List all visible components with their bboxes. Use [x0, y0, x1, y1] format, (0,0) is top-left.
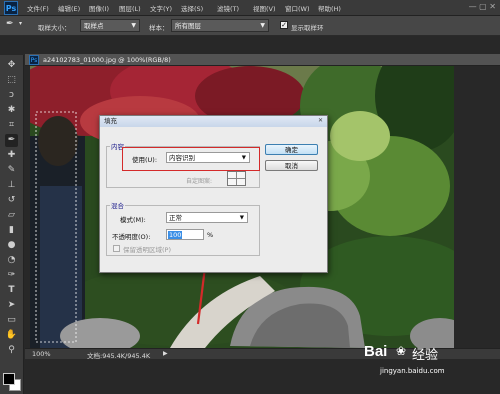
chevron-down-icon: ▼	[260, 22, 265, 29]
healing-brush-tool-icon[interactable]: ✚	[5, 149, 18, 162]
document-tab[interactable]: Ps a24102783_01000.jpg @ 100%(RGB/8)	[25, 54, 500, 66]
blur-tool-icon[interactable]: ●	[5, 239, 18, 252]
sample-value: 所有图层	[175, 22, 201, 30]
preserve-transparency-checkbox[interactable]	[113, 245, 120, 252]
tools-panel: ✥ ⬚ ↄ ✱ ⌗ ✒ ✚ ✎ ⊥ ↺ ▱ ▮ ● ◔ ✑ T ➤ ▭ ✋ ⚲	[0, 55, 24, 394]
baidu-watermark: Bai ❀ 经验 jingyan.baidu.com	[360, 343, 496, 389]
options-bar: ✒ ▾ 取样大小： 取样点 ▼ 样本： 所有图层 ▼ ✓ 显示取样环	[0, 16, 500, 36]
menu-file[interactable]: 文件(F)	[27, 3, 49, 13]
menu-help[interactable]: 帮助(H)	[318, 3, 341, 13]
type-tool-icon[interactable]: T	[5, 284, 18, 297]
sample-select[interactable]: 所有图层 ▼	[171, 19, 269, 32]
show-ring-checkbox[interactable]: ✓	[280, 21, 288, 29]
menu-window[interactable]: 窗口(W)	[285, 3, 310, 13]
menu-type[interactable]: 文字(Y)	[150, 3, 172, 13]
dodge-tool-icon[interactable]: ◔	[5, 254, 18, 267]
eraser-tool-icon[interactable]: ▱	[5, 209, 18, 222]
paw-icon: ❀	[395, 344, 407, 358]
clone-stamp-tool-icon[interactable]: ⊥	[5, 179, 18, 192]
opacity-unit: %	[207, 231, 214, 239]
eyedropper-tool-icon[interactable]: ✒	[5, 134, 18, 147]
mode-label: 模式(M):	[120, 216, 146, 224]
pen-tool-icon[interactable]: ✑	[5, 269, 18, 282]
ok-button[interactable]: 确定	[265, 144, 318, 155]
move-tool-icon[interactable]: ✥	[5, 59, 18, 72]
crop-tool-icon[interactable]: ⌗	[5, 119, 18, 132]
menu-select[interactable]: 选择(S)	[181, 3, 203, 13]
menu-filter[interactable]: 滤镜(T)	[217, 3, 239, 13]
foreground-color-swatch[interactable]	[3, 373, 15, 385]
document-ps-icon: Ps	[29, 55, 39, 65]
watermark-brand-cn: 经验	[412, 348, 439, 363]
close-icon[interactable]: ✕	[316, 117, 325, 125]
fill-dialog: 填充 ✕ 内容 使用(U): 内容识别 ▼ 自定图案: 混合 模式(M): 正常…	[99, 115, 328, 273]
tool-preset-arrow-icon[interactable]: ▾	[19, 20, 22, 27]
show-ring-label: 显示取样环	[291, 24, 324, 32]
brush-tool-icon[interactable]: ✎	[5, 164, 18, 177]
document-title: a24102783_01000.jpg @ 100%(RGB/8)	[43, 56, 171, 64]
hand-tool-icon[interactable]: ✋	[5, 329, 18, 342]
sample-label: 样本：	[149, 24, 169, 32]
quick-select-tool-icon[interactable]: ✱	[5, 104, 18, 117]
menu-image[interactable]: 图像(I)	[89, 3, 109, 13]
pattern-picker[interactable]	[227, 171, 246, 186]
highlight-box	[122, 147, 260, 171]
zoom-tool-icon[interactable]: ⚲	[5, 344, 18, 357]
status-arrow-icon[interactable]: ▶	[163, 350, 168, 357]
mode-value: 正常	[169, 214, 182, 222]
menu-layer[interactable]: 图层(L)	[119, 3, 141, 13]
history-brush-tool-icon[interactable]: ↺	[5, 194, 18, 207]
sample-size-label: 取样大小：	[38, 24, 71, 32]
document-info: 文档:945.4K/945.4K	[87, 352, 151, 360]
zoom-level[interactable]: 100%	[32, 350, 51, 358]
watermark-url: jingyan.baidu.com	[380, 367, 445, 375]
window-controls[interactable]: — ▢ ✕	[469, 2, 496, 11]
custom-pattern-label: 自定图案:	[186, 178, 213, 185]
marquee-tool-icon[interactable]: ⬚	[5, 74, 18, 87]
opacity-value: 100	[168, 231, 183, 239]
chevron-down-icon: ▼	[131, 22, 136, 29]
eyedropper-tool-icon[interactable]: ✒	[6, 19, 14, 29]
cancel-button[interactable]: 取消	[265, 160, 318, 171]
photoshop-logo: Ps	[4, 1, 18, 15]
menu-view[interactable]: 视图(V)	[253, 3, 276, 13]
blending-group-label: 混合	[110, 200, 125, 210]
menu-bar: Ps 文件(F) 编辑(E) 图像(I) 图层(L) 文字(Y) 选择(S) 滤…	[0, 0, 500, 16]
chevron-down-icon: ▼	[239, 215, 244, 221]
dialog-title: 填充	[100, 116, 327, 127]
path-select-tool-icon[interactable]: ➤	[5, 299, 18, 312]
watermark-brand: Bai	[364, 343, 388, 360]
preserve-transparency-label: 保留透明区域(P)	[123, 246, 171, 254]
shape-tool-icon[interactable]: ▭	[5, 314, 18, 327]
sample-size-select[interactable]: 取样点 ▼	[80, 19, 140, 32]
opacity-input[interactable]: 100	[166, 229, 204, 240]
menu-edit[interactable]: 编辑(E)	[58, 3, 80, 13]
lasso-tool-icon[interactable]: ↄ	[5, 89, 18, 102]
mode-select[interactable]: 正常 ▼	[166, 212, 248, 223]
sample-size-value: 取样点	[84, 22, 104, 30]
gradient-tool-icon[interactable]: ▮	[5, 224, 18, 237]
opacity-label: 不透明度(O):	[112, 233, 151, 241]
